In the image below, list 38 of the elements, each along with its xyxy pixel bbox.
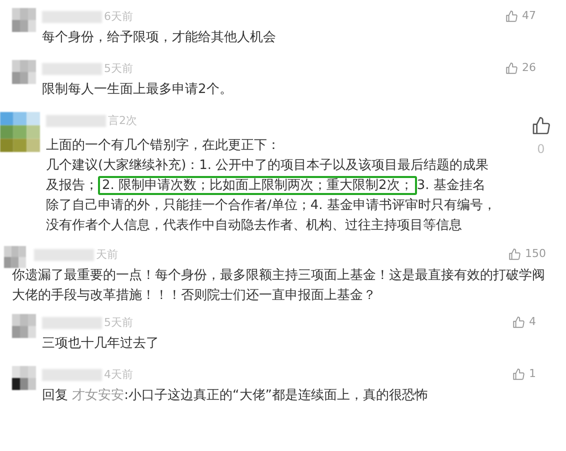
- avatar: [12, 60, 36, 84]
- like-count: 4: [529, 314, 536, 330]
- comment-text: 三项也十几年过去了: [42, 335, 160, 353]
- thumbs-up-icon[interactable]: [505, 10, 518, 23]
- thumbs-up-icon[interactable]: [512, 368, 525, 381]
- avatar: [12, 366, 36, 390]
- comment-text: 回复 才女安安:小口子这边真正的“大佬”都是连续面上，真的很恐怖: [42, 387, 429, 405]
- comment-text: 你遗漏了最重要的一点！每个身份，最多限额主持三项面上基金！这是最直接有效的打破学阀大佬的手段与改革措施！！！否则院士们还一直申报面上基金？: [12, 267, 546, 305]
- blurred-name: [42, 63, 102, 75]
- thumbs-up-icon[interactable]: [531, 116, 551, 136]
- user-link[interactable]: 才女安安: [72, 388, 124, 403]
- blurred-name: [34, 249, 94, 261]
- blurred-name: [42, 317, 102, 329]
- like-count: 0: [537, 141, 545, 158]
- avatar: [12, 314, 36, 338]
- thumbs-up-icon[interactable]: [512, 316, 525, 329]
- like-count: 150: [525, 246, 546, 262]
- blurred-name: [46, 115, 106, 127]
- thumbs-up-icon[interactable]: [508, 248, 521, 261]
- blurred-name: [42, 369, 102, 381]
- like-count: 1: [529, 366, 536, 382]
- blurred-name: [42, 11, 102, 23]
- thumbs-up-icon[interactable]: [505, 62, 518, 75]
- comment-time: 天前: [96, 246, 118, 263]
- comment-text: 每个身份，给予限项，才能给其他人机会: [42, 29, 277, 47]
- comment-time: 言2次: [108, 112, 137, 129]
- comment-text: 几个建议(大家继续补充)：1. 公开中了的项目本子以及该项目最后结题的成果及报告； 2. 限制申请次数；比如面上限制两次；重大限制2次； 3. 基金挂名除了自己申请的外，只能挂一个合作者/单位；4. 基金申请书评审时只有编号，没有作者个人信息，代表作中自动隐去作者、机构、过往主持项目等信息: [46, 157, 497, 235]
- comment-time: 5天前: [104, 60, 133, 77]
- comment-text: 上面的一个有几个错别字，在此更正下：: [46, 137, 281, 155]
- comment-text: 限制每人一生面上最多申请2个。: [42, 81, 234, 99]
- avatar: [4, 246, 26, 268]
- comment-time: 4天前: [104, 366, 133, 383]
- comment-time: 5天前: [104, 314, 133, 331]
- like-count: 47: [522, 8, 536, 24]
- comment-time: 6天前: [104, 8, 133, 25]
- avatar: [12, 8, 36, 32]
- like-count: 26: [522, 60, 536, 76]
- avatar: [0, 112, 40, 152]
